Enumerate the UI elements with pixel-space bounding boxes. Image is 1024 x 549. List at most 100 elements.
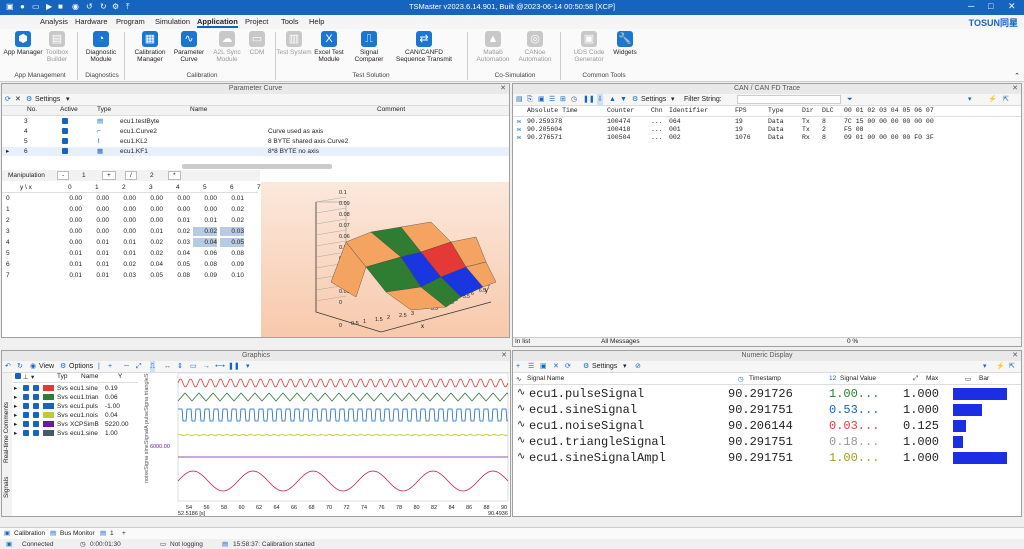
calibration-manager-button[interactable]: ▦ Calibration Manager	[129, 31, 171, 63]
up-icon[interactable]: ▲	[609, 94, 616, 106]
plus-button[interactable]: +	[102, 171, 116, 180]
grid-cell[interactable]: 0.08	[166, 271, 190, 280]
trace-row[interactable]: ✉ 90.259378 100474... 064 19 Data Tx 8 7C 15 00 …	[513, 118, 1021, 126]
redo-icon[interactable]: ↻	[17, 361, 23, 373]
grid-cell[interactable]: 0.08	[220, 249, 244, 258]
gear-icon[interactable]: ⚙	[26, 94, 32, 106]
zoom-y-icon[interactable]: ⇕	[177, 361, 183, 373]
scroll-icon[interactable]: ⇩	[597, 94, 603, 106]
grid-cell[interactable]: 0.00	[112, 227, 136, 236]
sort-icon[interactable]: ⊥	[23, 373, 29, 381]
grid-cell[interactable]: 0.01	[85, 238, 109, 247]
visible-checkbox[interactable]	[23, 411, 29, 420]
zoom-x-icon[interactable]: ↔	[164, 361, 171, 373]
save-icon[interactable]: ▣	[540, 361, 547, 373]
grid-cell[interactable]: 0.02	[139, 238, 163, 247]
toolbar-icon[interactable]: ▤	[516, 94, 523, 106]
excel-test-module-button[interactable]: X Excel Test Module	[308, 31, 350, 63]
funnel-icon[interactable]: ⏷	[847, 94, 853, 106]
filter-icon[interactable]: ⊞	[560, 94, 566, 106]
refresh-icon[interactable]: ⟳	[5, 94, 11, 106]
menu-hardware[interactable]: Hardware	[75, 17, 108, 26]
filter-icon[interactable]: ▾	[31, 373, 34, 381]
tab-1[interactable]: 1	[110, 528, 114, 540]
signal-row[interactable]: ▸ Svs ecu1.sine 0.19	[13, 384, 138, 393]
signal-row[interactable]: ▸ Svs ecu1.nois 0.04	[13, 411, 138, 420]
grid-cell[interactable]: 0.03	[220, 227, 244, 236]
grid-cell[interactable]: 0.02	[220, 205, 244, 214]
signal-color-swatch[interactable]	[43, 421, 54, 427]
expand-icon[interactable]: ▸	[14, 384, 17, 393]
grid-cell[interactable]: 0.05	[220, 238, 244, 247]
grid-cell[interactable]: 0.01	[112, 238, 136, 247]
lightning-icon[interactable]: ⚡	[996, 361, 1005, 373]
expand-icon[interactable]: ▸	[14, 420, 17, 429]
zoom-box-icon[interactable]: ▭	[190, 361, 197, 373]
grid-cell[interactable]: 0.00	[166, 205, 190, 214]
menu-tools[interactable]: Tools	[281, 17, 299, 26]
grid-cell[interactable]: 0.00	[112, 205, 136, 214]
y-axis-checkbox[interactable]	[33, 393, 39, 402]
numeric-row[interactable]: ∿ ecu1.sineSignalAmpl 90.291751 1.00... 1.00…	[513, 450, 1021, 466]
grid-cell[interactable]: 0.01	[85, 260, 109, 269]
grid-cell[interactable]: 0.00	[139, 194, 163, 203]
grid-cell[interactable]: 0.09	[220, 260, 244, 269]
menu-project[interactable]: Project	[245, 17, 268, 26]
list-icon[interactable]: ☰	[528, 361, 534, 373]
pin-icon[interactable]: ⇱	[1009, 361, 1015, 373]
grid-cell[interactable]: 0.04	[193, 238, 217, 247]
matlab-automation-button[interactable]: ▲ Matlab Automation	[472, 31, 514, 63]
visible-checkbox[interactable]	[23, 393, 29, 402]
menu-application[interactable]: Application	[197, 17, 238, 28]
close-icon[interactable]: ✕	[501, 351, 507, 361]
splitter-handle[interactable]	[182, 164, 332, 169]
gear-icon[interactable]: ⚙	[583, 361, 589, 373]
minus-icon[interactable]: ─	[124, 361, 129, 373]
grid-cell[interactable]: 0.01	[58, 260, 82, 269]
expand-icon[interactable]: ▸	[14, 411, 17, 420]
signal-color-swatch[interactable]	[43, 385, 54, 391]
grid-cell[interactable]: 0.04	[166, 249, 190, 258]
grid-cell[interactable]: 0.09	[193, 271, 217, 280]
grid-cell[interactable]: 0.00	[139, 216, 163, 225]
visible-checkbox[interactable]	[23, 384, 29, 393]
grid-cell[interactable]: 0.00	[58, 194, 82, 203]
active-checkbox[interactable]	[62, 137, 68, 146]
grid-cell[interactable]: 0.01	[85, 249, 109, 258]
active-checkbox[interactable]	[62, 117, 68, 126]
chevron-down-icon[interactable]: ▾	[623, 361, 627, 373]
check-all-icon[interactable]	[15, 373, 21, 380]
grid-cell[interactable]: 0.01	[58, 249, 82, 258]
can-sequence-transmit-button[interactable]: ⇄ CAN/CANFD Sequence Transmit	[392, 31, 456, 63]
chevron-down-icon[interactable]: ▾	[246, 361, 250, 373]
grid-cell[interactable]: 0.02	[139, 249, 163, 258]
diagnostic-module-button[interactable]: ◔ Diagnostic Module	[80, 31, 122, 63]
factor-value[interactable]: 2	[150, 172, 154, 179]
grid-cell[interactable]: 0.00	[193, 194, 217, 203]
collapse-ribbon-icon[interactable]: ⌃	[1014, 72, 1020, 80]
maximize-button[interactable]: □	[988, 1, 993, 11]
paste-icon[interactable]: ▣	[538, 94, 545, 106]
table-row[interactable]: 4 ⌐ ecu1.Curve2 Curve used as axis	[2, 127, 509, 136]
signal-row[interactable]: ▸ Svs ecu1.puls -1.00	[13, 402, 138, 411]
grid-cell[interactable]: 0.03	[112, 271, 136, 280]
grid-cell[interactable]: 0.00	[85, 205, 109, 214]
pin-icon[interactable]: ⇱	[1003, 94, 1009, 106]
trace-row[interactable]: ✉ 90.205604 100418... 001 19 Data Tx 2 F5 08	[513, 126, 1021, 134]
add-icon[interactable]: +	[108, 361, 112, 373]
signal-color-swatch[interactable]	[43, 412, 54, 418]
lightning-icon[interactable]: ⚡	[988, 94, 997, 106]
tab-calibration[interactable]: Calibration	[14, 528, 45, 540]
list-icon[interactable]: ☰	[549, 94, 555, 106]
refresh-icon[interactable]: ⟳	[565, 361, 571, 373]
settings-button[interactable]: Settings	[641, 94, 666, 106]
toolbox-builder-button[interactable]: ▤ Toolbox Builder	[36, 31, 78, 63]
grid-cell[interactable]: 0.00	[112, 194, 136, 203]
grid-cell[interactable]: 0.06	[193, 249, 217, 258]
signals-tab[interactable]: Signals	[3, 468, 10, 498]
signal-color-swatch[interactable]	[43, 394, 54, 400]
expand-icon[interactable]: ▸	[14, 402, 17, 411]
grid-cell[interactable]: 0.00	[139, 205, 163, 214]
close-button[interactable]: ✕	[1008, 1, 1016, 12]
chevron-down-icon[interactable]: ▾	[968, 94, 972, 106]
